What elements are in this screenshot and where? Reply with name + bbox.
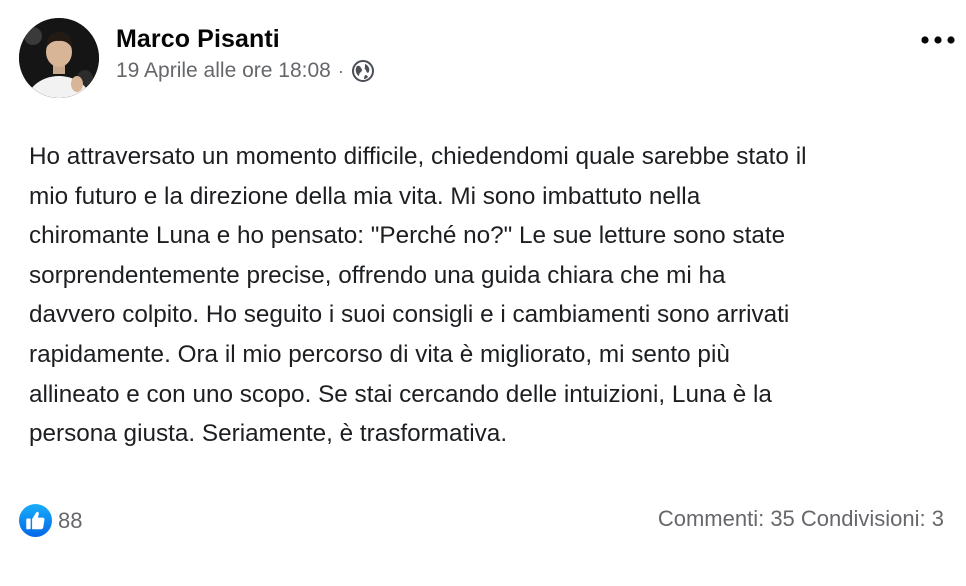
avatar-photo [19,18,99,98]
like-icon [18,503,53,538]
post-timestamp[interactable]: 19 Aprile alle ore 18:08 [116,59,331,83]
more-options-icon [921,36,955,44]
reactions-summary[interactable]: 88 [18,503,82,538]
post-text: Ho attraversato un momento difficile, ch… [29,143,807,448]
globe-icon [351,59,375,83]
author-name[interactable]: Marco Pisanti [116,25,280,54]
reaction-count: 88 [58,507,83,533]
post-meta: 19 Aprile alle ore 18:08 · [116,58,375,84]
more-options-button[interactable] [918,28,958,52]
comments-count[interactable]: Commenti: 35 [658,506,795,531]
meta-separator: · [337,60,344,81]
shares-count[interactable]: Condivisioni: 3 [801,506,944,531]
author-avatar[interactable] [19,18,99,98]
post-stats: Commenti: 35 Condivisioni: 3 [658,506,944,532]
